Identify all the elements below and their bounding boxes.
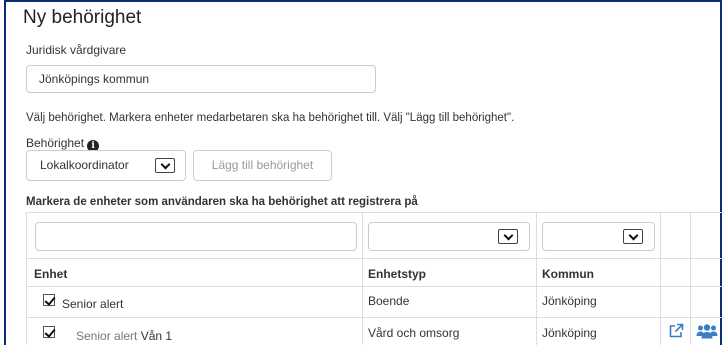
enhetstyp-cell: Boende	[368, 294, 410, 308]
page-title: Ny behörighet	[23, 7, 142, 28]
column-header-enhetstyp[interactable]: Enhetstyp	[368, 267, 426, 281]
grid-line	[690, 213, 691, 345]
grid-line	[26, 258, 724, 259]
instruction-text: Välj behörighet. Markera enheter medarbe…	[26, 112, 515, 124]
grid-line	[26, 286, 724, 287]
dialog-frame: Ny behörighet Juridisk vårdgivare Jönköp…	[4, 0, 724, 345]
kommun-cell: Jönköping	[542, 294, 597, 308]
grid-line	[362, 213, 363, 345]
external-link-icon[interactable]	[668, 323, 684, 339]
row-checkbox[interactable]	[43, 294, 55, 306]
chevron-down-icon[interactable]	[498, 229, 518, 244]
grid-line	[26, 213, 27, 345]
enhet-cell: Senior alert	[62, 297, 124, 311]
grid-line	[26, 317, 724, 318]
juridisk-vardgivare-input[interactable]: Jönköpings kommun	[26, 65, 376, 93]
enhet-cell-parent: Senior alert	[76, 329, 138, 343]
chevron-down-icon[interactable]	[155, 158, 175, 173]
grid-line	[536, 213, 537, 345]
juridisk-label: Juridisk vårdgivare	[26, 43, 127, 57]
users-icon[interactable]	[696, 323, 718, 339]
behorighet-label-text: Behörighet	[26, 136, 85, 150]
behorighet-selected-value: Lokalkoordinator	[40, 158, 129, 172]
enhetstyp-filter-select[interactable]	[368, 222, 530, 251]
kommun-filter-select[interactable]	[542, 222, 655, 251]
column-header-kommun[interactable]: Kommun	[542, 267, 594, 281]
grid-line	[660, 213, 661, 345]
enhet-cell: Senior alert Vån 1	[76, 329, 172, 343]
section-heading: Markera de enheter som användaren ska ha…	[26, 196, 418, 208]
enhet-table: Enhet Enhetstyp Kommun Senior alert Boen…	[26, 212, 724, 345]
enhet-cell-suffix: Vån 1	[140, 329, 173, 343]
row-checkbox[interactable]	[43, 326, 55, 338]
enhetstyp-cell: Vård och omsorg	[368, 326, 460, 340]
behorighet-select[interactable]: Lokalkoordinator	[26, 150, 186, 181]
enhet-filter-input[interactable]	[35, 222, 357, 251]
chevron-down-icon[interactable]	[623, 229, 643, 244]
column-header-enhet[interactable]: Enhet	[34, 267, 67, 281]
kommun-cell: Jönköping	[542, 326, 597, 340]
add-behorighet-button[interactable]: Lägg till behörighet	[193, 150, 332, 181]
